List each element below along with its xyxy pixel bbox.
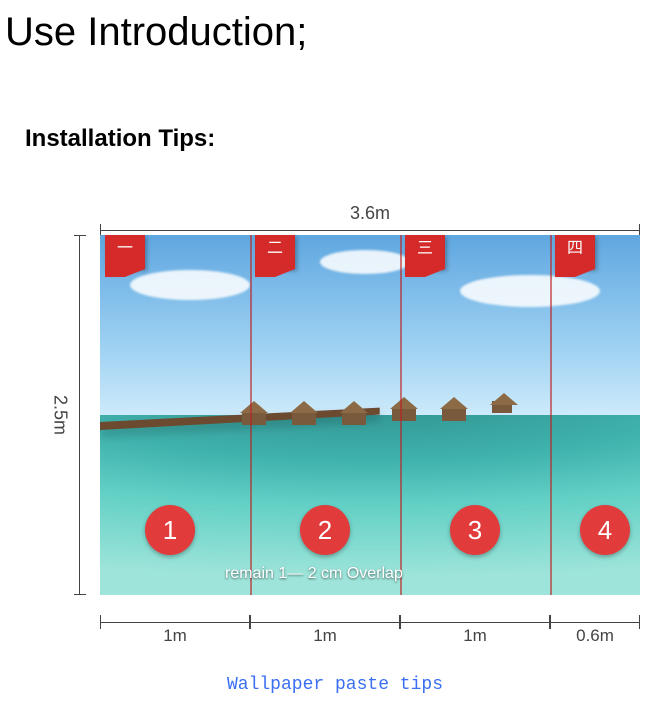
panel-tab-3: 三: [405, 235, 445, 269]
panel-width-brackets: 1m 1m 1m 0.6m: [100, 600, 640, 640]
total-height-label: 2.5m: [50, 395, 71, 435]
panel-tab-4: 四: [555, 235, 595, 269]
total-width-bracket: 3.6m: [100, 205, 640, 235]
panel-divider: [250, 235, 252, 595]
panel-width-label-1: 1m: [100, 626, 250, 646]
section-title: Installation Tips:: [25, 125, 670, 153]
image-caption: Wallpaper paste tips: [0, 675, 670, 695]
panel-width-label-3: 1m: [400, 626, 550, 646]
panel-width-label-4: 0.6m: [550, 626, 640, 646]
panel-number-2: 2: [300, 505, 350, 555]
panel-width-label-2: 1m: [250, 626, 400, 646]
panel-divider: [400, 235, 402, 595]
total-height-bracket: 2.5m: [25, 235, 95, 595]
panel-tab-1: 一: [105, 235, 145, 269]
panel-tab-2: 二: [255, 235, 295, 269]
panel-number-3: 3: [450, 505, 500, 555]
page-title: Use Introduction;: [5, 10, 670, 55]
panel-number-1: 1: [145, 505, 195, 555]
panel-divider: [550, 235, 552, 595]
installation-diagram: 3.6m 2.5m 一 二 三 四 1 2 3 4 remain 1— 2 cm…: [25, 205, 645, 655]
panel-number-4: 4: [580, 505, 630, 555]
overlap-note: remain 1— 2 cm Overlap: [225, 565, 403, 583]
total-width-label: 3.6m: [100, 203, 640, 224]
